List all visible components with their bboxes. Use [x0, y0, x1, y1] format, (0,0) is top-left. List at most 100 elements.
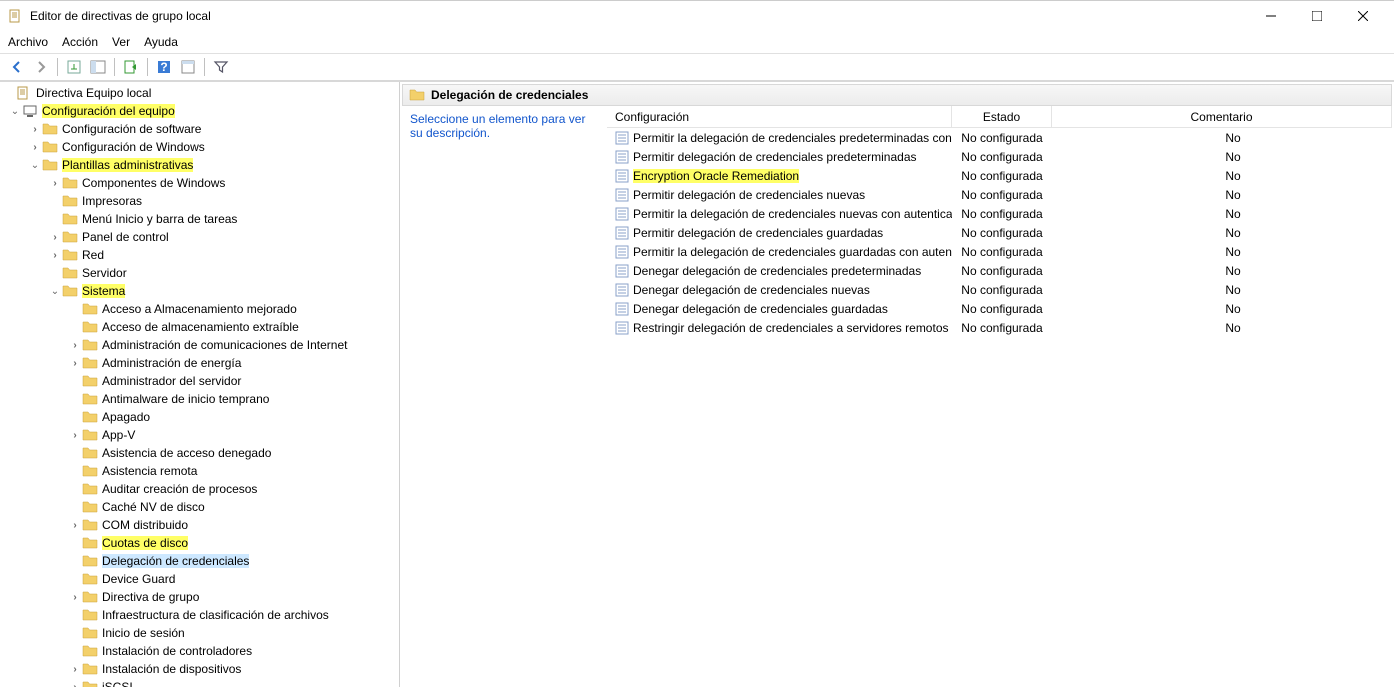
tree-item[interactable]: Infraestructura de clasificación de arch… [0, 606, 399, 624]
col-header-state[interactable]: Estado [952, 106, 1052, 127]
setting-row[interactable]: Permitir la delegación de credenciales n… [607, 204, 1392, 223]
tree-item[interactable]: App-V [0, 426, 399, 444]
tree-delegacion[interactable]: Delegación de credenciales [0, 552, 399, 570]
tree-item[interactable]: Inicio de sesión [0, 624, 399, 642]
tree-item[interactable]: Asistencia de acceso denegado [0, 444, 399, 462]
tree-item[interactable]: iSCSI [0, 678, 399, 687]
folder-icon [82, 409, 98, 425]
tree-item[interactable]: Auditar creación de procesos [0, 480, 399, 498]
tree-item[interactable]: Administrador del servidor [0, 372, 399, 390]
forward-button[interactable] [30, 56, 52, 78]
folder-icon [82, 337, 98, 353]
setting-name: Restringir delegación de credenciales a … [633, 321, 949, 335]
folder-icon [82, 661, 98, 677]
tree-label: Menú Inicio y barra de tareas [82, 212, 237, 226]
tree-label: Componentes de Windows [82, 176, 225, 190]
up-button[interactable] [63, 56, 85, 78]
col-header-comment[interactable]: Comentario [1052, 106, 1392, 127]
list-rows[interactable]: Permitir la delegación de credenciales p… [607, 128, 1392, 685]
setting-row[interactable]: Permitir delegación de credenciales guar… [607, 223, 1392, 242]
setting-state: No configurada [952, 302, 1052, 316]
tree-panel-control[interactable]: Panel de control [0, 228, 399, 246]
setting-comment: No [1052, 283, 1392, 297]
setting-icon [615, 226, 629, 240]
show-hide-tree-button[interactable] [87, 56, 109, 78]
tree-config-windows[interactable]: Configuración de Windows [0, 138, 399, 156]
setting-row[interactable]: Permitir la delegación de credenciales g… [607, 242, 1392, 261]
settings-list: Configuración Estado Comentario Permitir… [607, 106, 1392, 685]
tree-sistema[interactable]: Sistema [0, 282, 399, 300]
tree-config-software[interactable]: Configuración de software [0, 120, 399, 138]
folder-icon [62, 229, 78, 245]
help-button[interactable]: ? [153, 56, 175, 78]
folder-icon [409, 87, 425, 103]
tree-plantillas[interactable]: Plantillas administrativas [0, 156, 399, 174]
tree-red[interactable]: Red [0, 246, 399, 264]
setting-name: Permitir la delegación de credenciales p… [633, 131, 952, 145]
setting-row[interactable]: Restringir delegación de credenciales a … [607, 318, 1392, 337]
setting-row[interactable]: Denegar delegación de credenciales guard… [607, 299, 1392, 318]
tree-label: Inicio de sesión [102, 626, 185, 640]
tree-menu-inicio[interactable]: Menú Inicio y barra de tareas [0, 210, 399, 228]
tree-item[interactable]: COM distribuido [0, 516, 399, 534]
folder-icon [82, 535, 98, 551]
folder-icon [62, 265, 78, 281]
tree-item[interactable]: Directiva de grupo [0, 588, 399, 606]
setting-comment: No [1052, 302, 1392, 316]
menu-archivo[interactable]: Archivo [8, 35, 48, 49]
tree-config-equipo[interactable]: Configuración del equipo [0, 102, 399, 120]
tree-item[interactable]: Acceso a Almacenamiento mejorado [0, 300, 399, 318]
setting-row[interactable]: Denegar delegación de credenciales nueva… [607, 280, 1392, 299]
minimize-button[interactable] [1248, 1, 1294, 31]
tree-impresoras[interactable]: Impresoras [0, 192, 399, 210]
setting-icon [615, 321, 629, 335]
tree-item[interactable]: Instalación de dispositivos [0, 660, 399, 678]
folder-icon [82, 445, 98, 461]
setting-state: No configurada [952, 321, 1052, 335]
setting-name: Denegar delegación de credenciales guard… [633, 302, 888, 316]
tree-item[interactable]: Device Guard [0, 570, 399, 588]
tree-item[interactable]: Administración de comunicaciones de Inte… [0, 336, 399, 354]
setting-icon [615, 188, 629, 202]
export-button[interactable] [120, 56, 142, 78]
close-button[interactable] [1340, 1, 1386, 31]
setting-name: Permitir delegación de credenciales pred… [633, 150, 917, 164]
setting-row[interactable]: Permitir delegación de credenciales pred… [607, 147, 1392, 166]
tree-item[interactable]: Acceso de almacenamiento extraíble [0, 318, 399, 336]
folder-icon [62, 175, 78, 191]
tree-item[interactable]: Antimalware de inicio temprano [0, 390, 399, 408]
tree-cuotas[interactable]: Cuotas de disco [0, 534, 399, 552]
folder-icon [42, 139, 58, 155]
menu-ayuda[interactable]: Ayuda [144, 35, 178, 49]
titlebar: Editor de directivas de grupo local [0, 1, 1394, 31]
tree-label: App-V [102, 428, 135, 442]
setting-row[interactable]: Encryption Oracle RemediationNo configur… [607, 166, 1392, 185]
toolbar: ? [0, 53, 1394, 81]
col-header-name[interactable]: Configuración [607, 106, 952, 127]
maximize-button[interactable] [1294, 1, 1340, 31]
tree-root[interactable]: Directiva Equipo local [0, 84, 399, 102]
tree-comp-windows[interactable]: Componentes de Windows [0, 174, 399, 192]
folder-icon [62, 193, 78, 209]
setting-row[interactable]: Denegar delegación de credenciales prede… [607, 261, 1392, 280]
properties-button[interactable] [177, 56, 199, 78]
tree-item[interactable]: Instalación de controladores [0, 642, 399, 660]
setting-name: Denegar delegación de credenciales prede… [633, 264, 921, 278]
folder-icon [82, 301, 98, 317]
tree-item[interactable]: Asistencia remota [0, 462, 399, 480]
tree-label: iSCSI [102, 680, 133, 687]
tree-item[interactable]: Administración de energía [0, 354, 399, 372]
setting-row[interactable]: Permitir la delegación de credenciales p… [607, 128, 1392, 147]
menu-ver[interactable]: Ver [112, 35, 130, 49]
tree-item[interactable]: Apagado [0, 408, 399, 426]
folder-icon [62, 247, 78, 263]
folder-icon [82, 481, 98, 497]
back-button[interactable] [6, 56, 28, 78]
tree-pane[interactable]: Directiva Equipo local Configuración del… [0, 82, 400, 687]
menu-accion[interactable]: Acción [62, 35, 98, 49]
tree-item[interactable]: Caché NV de disco [0, 498, 399, 516]
tree-label: Instalación de controladores [102, 644, 252, 658]
tree-servidor[interactable]: Servidor [0, 264, 399, 282]
setting-row[interactable]: Permitir delegación de credenciales nuev… [607, 185, 1392, 204]
filter-button[interactable] [210, 56, 232, 78]
